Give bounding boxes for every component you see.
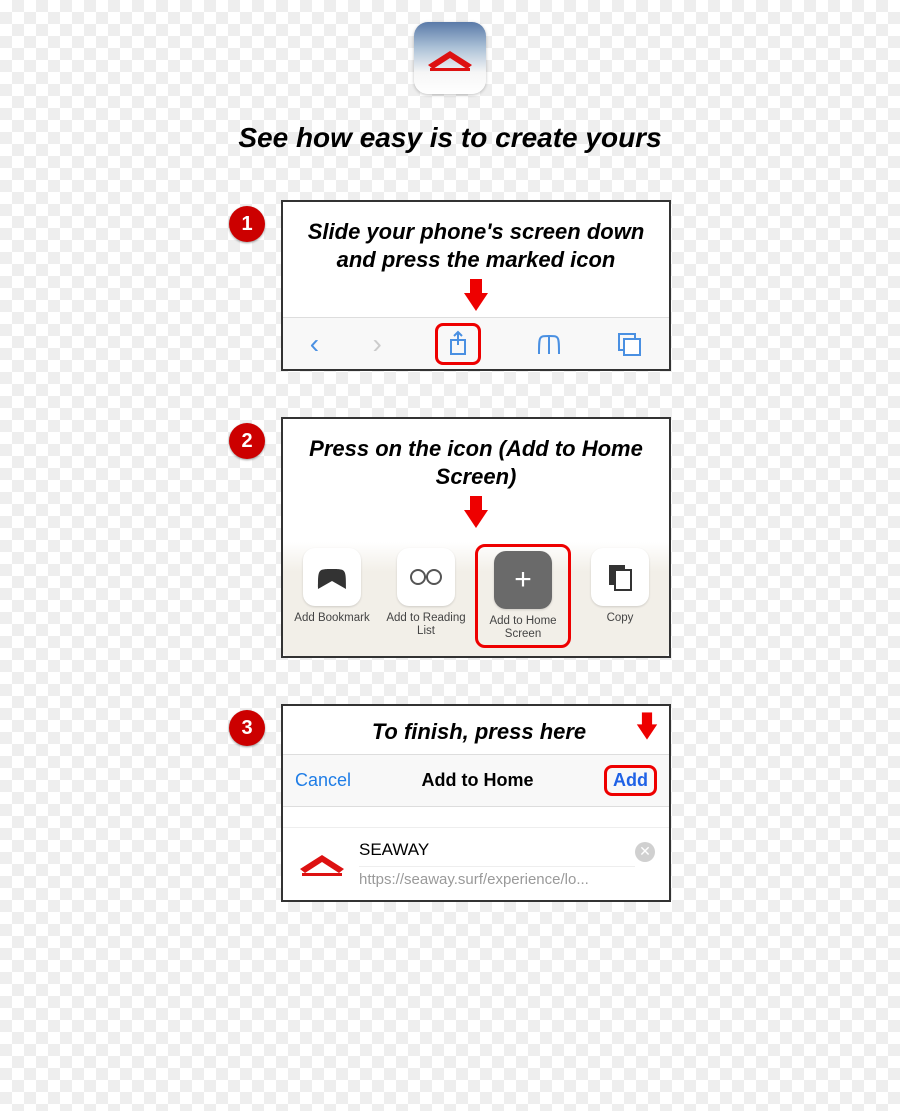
- step-3: 3 To finish, press here Cancel Add to Ho…: [229, 704, 671, 902]
- seaway-logo-icon: [297, 848, 347, 880]
- reading-list-icon: [406, 567, 446, 587]
- step-1-instruction: Slide your phone's screen down and press…: [283, 202, 669, 279]
- share-option-copy[interactable]: Copy: [575, 544, 665, 648]
- back-icon[interactable]: ‹: [310, 328, 319, 360]
- arrow-down-icon: [464, 293, 488, 311]
- page-heading: See how easy is to create yours: [238, 122, 661, 154]
- bookmark-url-field: https://seaway.surf/experience/lo...: [359, 871, 635, 888]
- arrow-down-icon: [464, 510, 488, 528]
- share-option-home-screen[interactable]: + Add to Home Screen: [475, 544, 571, 648]
- step-badge-1: 1: [229, 206, 265, 242]
- share-options-row: Add Bookmark Add to Reading List + Add t…: [283, 536, 669, 656]
- step-badge-3: 3: [229, 710, 265, 746]
- step-2-card: Press on the icon (Add to Home Screen) A…: [281, 417, 671, 658]
- app-icon: [414, 22, 486, 94]
- copy-icon: [606, 562, 634, 592]
- safari-toolbar: ‹ ›: [283, 317, 669, 369]
- bookmark-icon: [315, 563, 349, 591]
- share-icon: [446, 330, 470, 358]
- step-badge-2: 2: [229, 423, 265, 459]
- add-button-highlight[interactable]: Add: [604, 765, 657, 796]
- bookmarks-icon[interactable]: [535, 332, 563, 356]
- add-to-home-navbar: Cancel Add to Home Add: [283, 754, 669, 807]
- step-3-card: To finish, press here Cancel Add to Home…: [281, 704, 671, 902]
- plus-icon: +: [494, 551, 552, 609]
- navbar-title: Add to Home: [422, 770, 534, 791]
- add-button[interactable]: Add: [613, 770, 648, 790]
- step-1: 1 Slide your phone's screen down and pre…: [229, 200, 671, 371]
- step-1-card: Slide your phone's screen down and press…: [281, 200, 671, 371]
- tabs-icon[interactable]: [616, 331, 642, 357]
- step-2: 2 Press on the icon (Add to Home Screen)…: [229, 417, 671, 658]
- bookmark-name-field[interactable]: SEAWAY: [359, 840, 635, 867]
- arrow-down-icon: [637, 725, 657, 740]
- forward-icon: ›: [373, 328, 382, 360]
- step-3-instruction: To finish, press here: [372, 718, 586, 746]
- share-option-bookmark[interactable]: Add Bookmark: [287, 544, 377, 648]
- share-button-highlight[interactable]: [435, 323, 481, 365]
- bookmark-detail-row: SEAWAY https://seaway.surf/experience/lo…: [283, 827, 669, 900]
- share-option-reading-list[interactable]: Add to Reading List: [381, 544, 471, 648]
- step-2-instruction: Press on the icon (Add to Home Screen): [283, 419, 669, 496]
- clear-text-icon[interactable]: ✕: [635, 842, 655, 862]
- cancel-button[interactable]: Cancel: [295, 770, 351, 791]
- seaway-logo-icon: [425, 43, 475, 73]
